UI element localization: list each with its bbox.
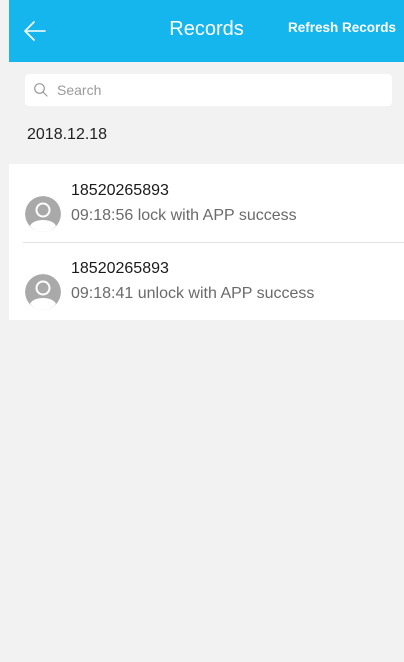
record-phone: 18520265893 (71, 182, 169, 199)
user-avatar-icon (25, 274, 61, 310)
refresh-records-button[interactable]: Refresh Records (288, 20, 396, 35)
search-box[interactable] (25, 74, 392, 106)
top-bar: Records Refresh Records (9, 0, 404, 62)
record-phone: 18520265893 (71, 260, 169, 277)
record-item[interactable]: 18520265893 09:18:41 unlock with APP suc… (9, 242, 404, 320)
record-item[interactable]: 18520265893 09:18:56 lock with APP succe… (9, 164, 404, 242)
record-list: 18520265893 09:18:56 lock with APP succe… (9, 164, 404, 320)
arrow-left-icon (24, 21, 46, 41)
search-section (9, 62, 404, 106)
record-description: 09:18:41 unlock with APP success (71, 285, 315, 302)
record-description: 09:18:56 lock with APP success (71, 207, 297, 224)
records-screen: Records Refresh Records 2018.12.18 18520… (9, 0, 404, 662)
search-input[interactable] (57, 82, 357, 98)
user-avatar-icon (25, 196, 61, 232)
date-group-header: 2018.12.18 (27, 126, 108, 143)
search-icon (34, 83, 48, 97)
record-text: 18520265893 09:18:56 lock with APP succe… (71, 178, 297, 228)
record-text: 18520265893 09:18:41 unlock with APP suc… (71, 256, 314, 306)
back-button[interactable] (9, 0, 61, 62)
